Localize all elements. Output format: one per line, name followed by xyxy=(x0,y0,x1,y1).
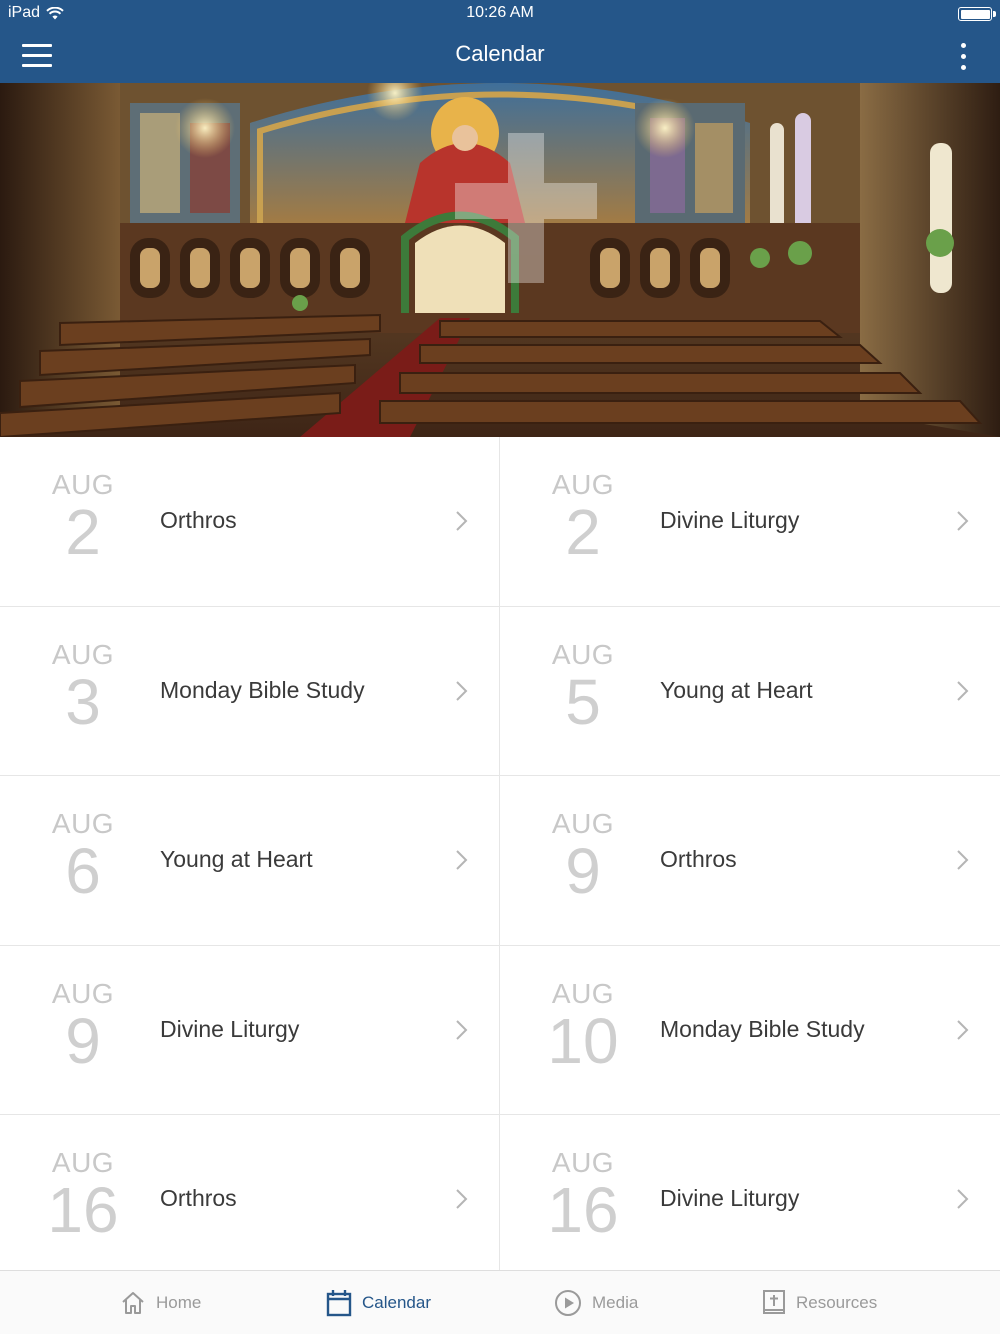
battery-icon xyxy=(958,7,996,21)
event-date: AUG 10 xyxy=(538,977,628,1077)
book-cross-icon xyxy=(763,1290,785,1314)
event-item[interactable]: AUG 5 Young at Heart xyxy=(500,606,1000,776)
event-date: AUG 2 xyxy=(538,469,628,568)
event-day: 9 xyxy=(565,835,601,907)
event-item[interactable]: AUG 2 Orthros xyxy=(0,437,500,607)
event-month: AUG xyxy=(551,977,615,1009)
event-month: AUG xyxy=(551,638,615,670)
tab-media-label: Media xyxy=(592,1293,639,1312)
event-date: AUG 9 xyxy=(38,977,128,1077)
event-day: 2 xyxy=(65,496,101,568)
event-item[interactable]: AUG 16 Divine Liturgy xyxy=(500,1115,1000,1270)
event-day: 16 xyxy=(547,1174,619,1246)
chevron-right-icon xyxy=(456,1189,468,1209)
status-time: 10:26 AM xyxy=(466,4,534,21)
chevron-right-icon xyxy=(456,511,468,531)
event-day: 6 xyxy=(65,835,101,907)
tab-bar: Home Calendar Media Resources xyxy=(0,1270,1000,1334)
event-item[interactable]: AUG 9 Divine Liturgy xyxy=(0,945,500,1115)
event-day: 16 xyxy=(47,1174,119,1246)
event-day: 5 xyxy=(565,665,601,738)
event-month: AUG xyxy=(51,1147,115,1178)
event-month: AUG xyxy=(51,977,115,1009)
event-title: Divine Liturgy xyxy=(160,1015,300,1042)
tab-resources-label: Resources xyxy=(796,1293,878,1312)
app-header: iPad 10:26 AM Calendar xyxy=(0,0,1000,83)
home-icon xyxy=(122,1292,144,1314)
chevron-right-icon xyxy=(456,1019,468,1040)
event-item[interactable]: AUG 3 Monday Bible Study xyxy=(0,606,500,776)
event-title: Monday Bible Study xyxy=(160,676,365,703)
chevron-right-icon xyxy=(957,680,969,701)
event-item[interactable]: AUG 6 Young at Heart xyxy=(0,776,500,946)
event-month: AUG xyxy=(551,1147,615,1178)
event-month: AUG xyxy=(51,638,115,670)
event-date: AUG 5 xyxy=(538,638,628,738)
chevron-right-icon xyxy=(957,511,969,531)
tab-resources[interactable]: Resources xyxy=(762,1271,877,1334)
event-item[interactable]: AUG 9 Orthros xyxy=(500,776,1000,946)
event-date: AUG 16 xyxy=(538,1147,628,1246)
event-title: Monday Bible Study xyxy=(660,1015,865,1042)
event-date: AUG 6 xyxy=(38,808,128,907)
church-interior-banner xyxy=(0,83,1000,437)
chevron-right-icon xyxy=(957,1019,969,1040)
tab-calendar[interactable]: Calendar xyxy=(326,1271,431,1334)
event-title: Orthros xyxy=(660,846,737,872)
chevron-right-icon xyxy=(456,680,468,701)
event-month: AUG xyxy=(551,808,615,839)
event-title: Young at Heart xyxy=(160,846,313,872)
more-options-button[interactable] xyxy=(952,40,974,72)
event-date: AUG 9 xyxy=(538,808,628,907)
event-date: AUG 2 xyxy=(38,469,128,568)
event-day: 9 xyxy=(65,1004,101,1077)
calendar-icon xyxy=(326,1290,352,1317)
event-title: Young at Heart xyxy=(660,676,813,703)
page-title: Calendar xyxy=(455,41,545,66)
tab-media[interactable]: Media xyxy=(554,1271,638,1334)
event-item[interactable]: AUG 10 Monday Bible Study xyxy=(500,945,1000,1115)
hamburger-menu-button[interactable] xyxy=(22,38,60,72)
event-day: 3 xyxy=(65,665,101,738)
event-title: Orthros xyxy=(160,1185,237,1211)
event-item[interactable]: AUG 16 Orthros xyxy=(0,1115,500,1270)
tab-calendar-label: Calendar xyxy=(362,1293,431,1312)
chevron-right-icon xyxy=(456,850,468,870)
event-title: Divine Liturgy xyxy=(660,1185,800,1211)
event-title: Orthros xyxy=(160,507,237,533)
event-title: Divine Liturgy xyxy=(660,507,800,533)
event-date: AUG 3 xyxy=(38,638,128,738)
event-month: AUG xyxy=(51,808,115,839)
event-date: AUG 16 xyxy=(38,1147,128,1246)
status-bar: iPad 10:26 AM xyxy=(0,0,1000,28)
event-month: AUG xyxy=(551,469,615,500)
navigation-bar: Calendar xyxy=(0,28,1000,83)
tab-home[interactable]: Home xyxy=(120,1271,201,1334)
event-month: AUG xyxy=(51,469,115,500)
tab-home-label: Home xyxy=(156,1293,202,1312)
event-day: 10 xyxy=(547,1004,619,1077)
chevron-right-icon xyxy=(957,850,969,870)
church-interior-image xyxy=(0,83,1000,437)
event-item[interactable]: AUG 2 Divine Liturgy xyxy=(500,437,1000,607)
play-circle-icon xyxy=(555,1290,581,1316)
chevron-right-icon xyxy=(957,1189,969,1209)
event-day: 2 xyxy=(565,496,601,568)
events-grid: AUG 2 Orthros AUG 2 Divine Liturgy AUG 3 Monday … xyxy=(0,437,1000,1270)
